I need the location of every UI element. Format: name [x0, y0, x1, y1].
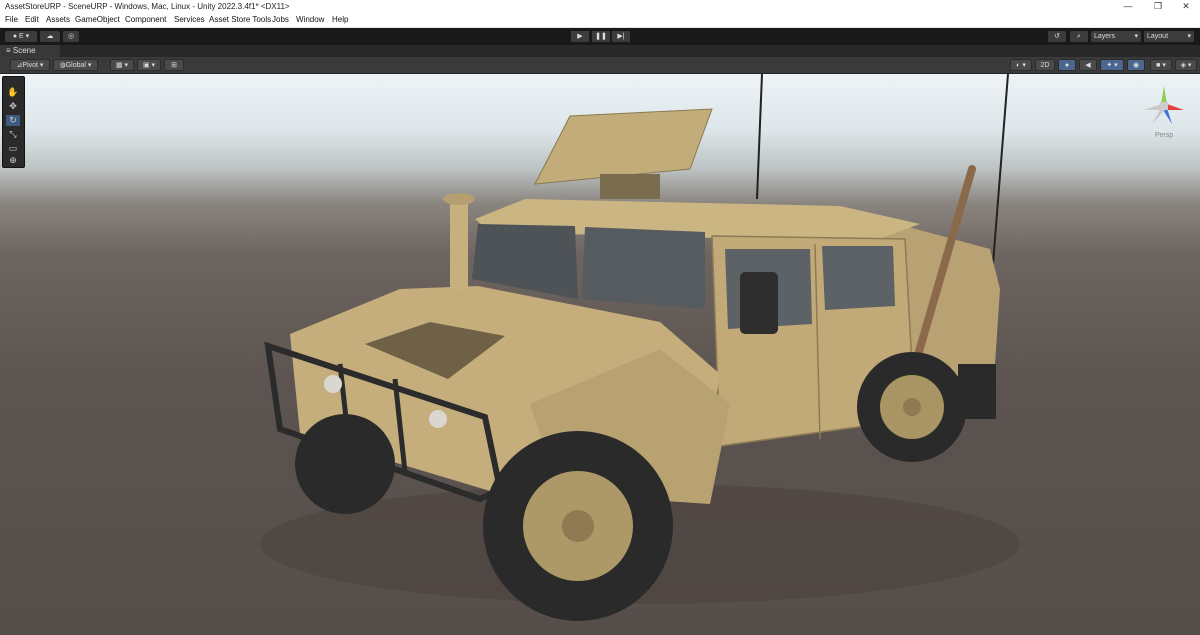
pause-icon: ❚❚: [595, 33, 607, 40]
play-icon: ▶: [577, 33, 583, 40]
grid-visibility-icon: ⊞: [171, 62, 177, 69]
menu-help[interactable]: Help: [332, 15, 348, 24]
menu-bar: File Edit Assets GameObject Component Se…: [0, 13, 1200, 28]
scene-tab-icon: ≡: [6, 46, 13, 55]
scale-tool-button[interactable]: ⤡: [6, 129, 20, 140]
menu-services[interactable]: Services: [174, 15, 205, 24]
menu-jobs[interactable]: Jobs: [272, 15, 289, 24]
pause-button[interactable]: ❚❚: [592, 31, 610, 42]
pivot-toggle[interactable]: ⊿Pivot ▾: [10, 59, 50, 71]
account-icon: ●: [12, 33, 18, 40]
hidden-objects-toggle[interactable]: ◉: [1127, 59, 1145, 71]
scene-tool-strip: ✋ ✥ ↻ ⤡ ▭ ⊕: [2, 76, 25, 168]
menu-window[interactable]: Window: [296, 15, 324, 24]
step-icon: ▶|: [617, 33, 625, 40]
global-toggle[interactable]: ◍Global ▾: [53, 59, 98, 71]
transform-tool-button[interactable]: ⊕: [6, 155, 20, 165]
draw-mode-dropdown[interactable]: ◐ ▾: [1010, 59, 1032, 71]
history-icon: ↺: [1054, 33, 1060, 40]
menu-component[interactable]: Component: [125, 15, 166, 24]
humvee-model: [260, 74, 1020, 621]
menu-edit[interactable]: Edit: [25, 15, 39, 24]
grid-visibility-dropdown[interactable]: ⊞: [164, 59, 184, 71]
window-titlebar: AssetStoreURP - SceneURP - Windows, Mac,…: [0, 0, 1200, 13]
step-button[interactable]: ▶|: [612, 31, 630, 42]
menu-gameobject[interactable]: GameObject: [75, 15, 120, 24]
camera-dropdown[interactable]: ■ ▾: [1150, 59, 1172, 71]
hand-icon: ✋: [7, 87, 19, 97]
tab-scene[interactable]: ≡ Scene: [0, 45, 60, 57]
rotate-tool-button[interactable]: ↻: [6, 115, 20, 126]
account-dropdown[interactable]: ● E ▾: [5, 31, 37, 42]
search-icon: ⌕: [1077, 33, 1081, 40]
move-icon: ✥: [9, 101, 17, 111]
shading-icon: ◐: [1016, 62, 1021, 69]
projection-label[interactable]: Persp: [1142, 132, 1186, 139]
rect-tool-button[interactable]: ▭: [6, 143, 20, 154]
snap-increment-dropdown[interactable]: ▣ ▾: [137, 59, 161, 71]
cloud-button[interactable]: ☁: [40, 31, 60, 42]
scale-icon: ⤡: [9, 129, 17, 139]
scene-viewport[interactable]: ✋ ✥ ↻ ⤡ ▭ ⊕ Persp: [0, 74, 1200, 635]
cloud-icon: ☁: [46, 33, 54, 40]
menu-file[interactable]: File: [5, 15, 18, 24]
hand-tool-button[interactable]: ✋: [6, 87, 20, 98]
rect-icon: ▭: [8, 143, 18, 153]
layout-label: Layout: [1147, 33, 1169, 40]
window-title: AssetStoreURP - SceneURP - Windows, Mac,…: [5, 2, 290, 11]
chevron-down-icon: ▾: [1187, 33, 1191, 40]
pivot-label: Pivot: [22, 62, 38, 69]
account-label: E: [19, 33, 24, 40]
menu-asset-store-tools[interactable]: Asset Store Tools: [209, 15, 271, 24]
chevron-down-icon: ▾: [25, 33, 30, 40]
transform-icon: ⊕: [9, 155, 17, 165]
collab-icon: ◎: [67, 33, 75, 40]
lightbulb-icon: ●: [1064, 62, 1070, 69]
chevron-down-icon: ▾: [1134, 33, 1138, 40]
layout-dropdown[interactable]: Layout ▾: [1144, 31, 1194, 42]
menu-assets[interactable]: Assets: [46, 15, 70, 24]
tab-scene-label: Scene: [12, 46, 36, 55]
effects-icon: ✦: [1106, 62, 1113, 69]
axis-gizmo-icon: [1144, 86, 1184, 124]
play-button[interactable]: ▶: [571, 31, 589, 42]
scene-toolbar: ⊿Pivot ▾ ◍Global ▾ ▦ ▾ ▣ ▾ ⊞ ◐ ▾ 2D ● ◀ …: [0, 57, 1200, 74]
collab-button[interactable]: ◎: [63, 31, 79, 42]
global-label: Global: [65, 62, 86, 69]
main-toolbar: ● E ▾ ☁ ◎ ▶ ❚❚ ▶| ↺ ⌕ Layers ▾ Layout ▾: [0, 28, 1200, 45]
grid-icon: ▦: [115, 62, 123, 69]
snap-icon: ▣: [142, 62, 150, 69]
rotate-icon: ↻: [9, 115, 17, 125]
layers-label: Layers: [1094, 33, 1116, 40]
grid-snapping-dropdown[interactable]: ▦ ▾: [110, 59, 134, 71]
audio-toggle[interactable]: ◀: [1079, 59, 1097, 71]
eye-slash-icon: ◉: [1132, 62, 1140, 69]
effects-dropdown[interactable]: ✦ ▾: [1100, 59, 1124, 71]
orientation-gizmo[interactable]: Persp: [1142, 84, 1186, 144]
speaker-icon: ◀: [1085, 62, 1091, 69]
history-button[interactable]: ↺: [1048, 31, 1066, 42]
camera-icon: ■: [1156, 62, 1161, 69]
2d-toggle[interactable]: 2D: [1035, 59, 1055, 71]
lighting-toggle[interactable]: ●: [1058, 59, 1076, 71]
search-button[interactable]: ⌕: [1070, 31, 1088, 42]
tab-bar: ≡ Scene: [0, 45, 1200, 57]
close-button[interactable]: ✕: [1168, 0, 1200, 13]
move-tool-button[interactable]: ✥: [6, 101, 20, 112]
gizmos-icon: ◈: [1180, 62, 1186, 69]
layers-dropdown[interactable]: Layers ▾: [1091, 31, 1141, 42]
gizmos-dropdown[interactable]: ◈ ▾: [1175, 59, 1197, 71]
